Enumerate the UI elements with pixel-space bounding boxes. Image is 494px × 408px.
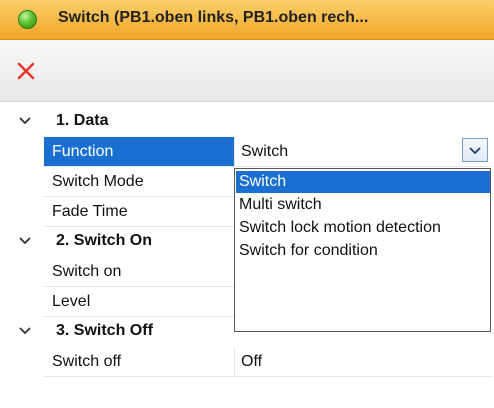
- section-title: 1. Data: [56, 112, 109, 129]
- chevron-down-icon[interactable]: [17, 113, 33, 129]
- function-value[interactable]: Switch: [234, 137, 492, 167]
- dropdown-option[interactable]: Multi switch: [236, 194, 490, 216]
- property-name[interactable]: Function: [44, 137, 234, 167]
- status-indicator-icon: [18, 10, 37, 29]
- close-x-icon: [17, 62, 35, 80]
- property-value[interactable]: Off: [234, 347, 492, 377]
- chevron-down-icon[interactable]: [17, 323, 33, 339]
- dropdown-option[interactable]: Switch: [236, 171, 490, 193]
- delete-button[interactable]: [16, 61, 36, 81]
- dropdown-option[interactable]: Switch lock motion detection: [236, 217, 490, 239]
- property-name[interactable]: Fade Time: [44, 197, 234, 227]
- property-name[interactable]: Switch on: [44, 257, 234, 287]
- dropdown-option[interactable]: Switch for condition: [236, 240, 490, 262]
- window-title-bar: Switch (PB1.oben links, PB1.oben rech...: [0, 0, 494, 40]
- chevron-down-icon[interactable]: [17, 233, 33, 249]
- function-dropdown-list: Switch Multi switch Switch lock motion d…: [234, 168, 491, 332]
- chevron-down-icon: [469, 147, 481, 155]
- toolbar: [0, 40, 494, 102]
- function-dropdown-button[interactable]: [462, 138, 488, 162]
- property-row-switch-off[interactable]: Switch off Off: [0, 347, 494, 377]
- property-name[interactable]: Switch off: [44, 347, 234, 377]
- section-title: 2. Switch On: [56, 232, 153, 249]
- property-name[interactable]: Level: [44, 287, 234, 317]
- property-row-function[interactable]: Function Switch: [0, 137, 494, 167]
- section-header-data[interactable]: 1. Data: [0, 107, 494, 137]
- property-name[interactable]: Switch Mode: [44, 167, 234, 197]
- section-title: 3. Switch Off: [56, 322, 153, 339]
- window-title: Switch (PB1.oben links, PB1.oben rech...: [58, 9, 369, 26]
